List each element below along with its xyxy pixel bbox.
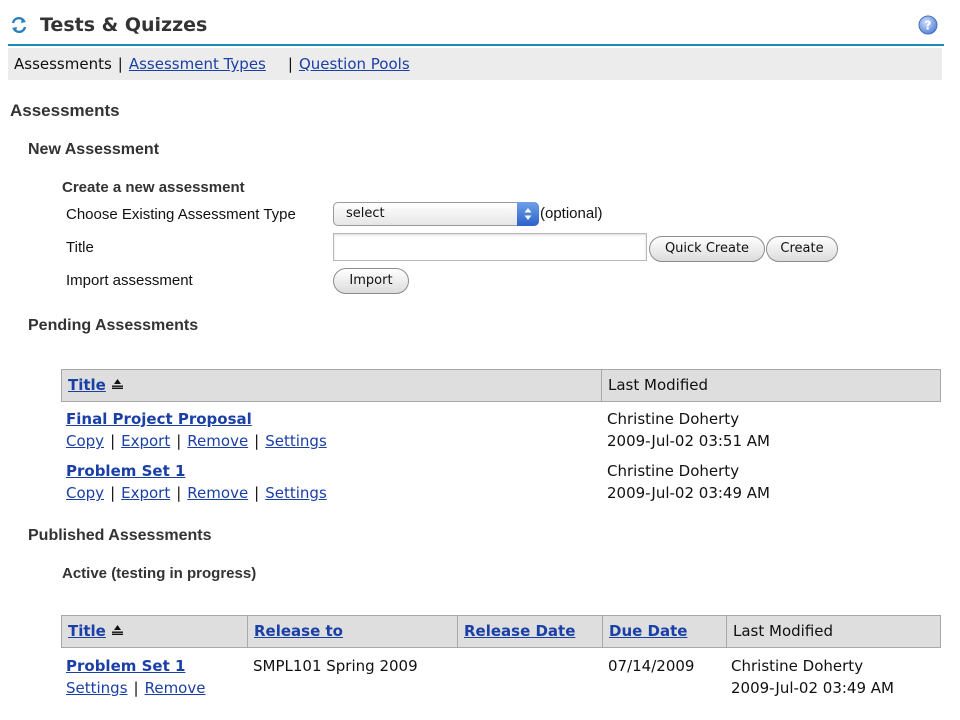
pending-assessments-heading: Pending Assessments (28, 317, 199, 334)
published-row-due-date: 07/14/2009 (608, 657, 695, 675)
pending-row-modified-at: 2009-Jul-02 03:51 AM (607, 432, 770, 450)
new-assessment-heading: New Assessment (28, 141, 160, 158)
settings-link[interactable]: Settings (265, 484, 327, 502)
quick-create-button[interactable]: Quick Create (649, 236, 765, 262)
export-link[interactable]: Export (121, 484, 170, 502)
action-separator: | (110, 432, 116, 450)
sort-release-to-link[interactable]: Release to (254, 622, 343, 640)
nav-current-assessments: Assessments (14, 55, 112, 73)
published-sort-title-link[interactable]: Title (68, 622, 106, 640)
create-assessment-subheading: Create a new assessment (62, 179, 245, 196)
pending-row-actions: Copy | Export | Remove | Settings (66, 484, 327, 502)
pending-row-actions: Copy | Export | Remove | Settings (66, 432, 327, 450)
published-col-release-date: Release Date (458, 616, 603, 647)
sort-ascending-icon[interactable] (111, 625, 123, 635)
help-icon[interactable]: ? (918, 15, 938, 35)
published-table-header: Title Release to Release Date Due Date L… (61, 615, 941, 648)
published-row-release-to: SMPL101 Spring 2009 (253, 657, 418, 675)
published-col-release-to: Release to (248, 616, 458, 647)
copy-link[interactable]: Copy (66, 432, 104, 450)
tool-title: Tests & Quizzes (40, 14, 208, 36)
nav-separator: | (117, 55, 123, 73)
assessment-type-select[interactable]: select (333, 202, 539, 226)
remove-link[interactable]: Remove (187, 484, 248, 502)
import-label: Import assessment (66, 272, 193, 289)
settings-link[interactable]: Settings (265, 432, 327, 450)
sort-ascending-icon[interactable] (111, 379, 123, 389)
page-title: Assessments (10, 101, 120, 120)
action-separator: | (133, 679, 139, 697)
published-col-due-date: Due Date (603, 616, 727, 647)
tool-header: Tests & Quizzes ? (8, 6, 944, 46)
export-link[interactable]: Export (121, 432, 170, 450)
action-separator: | (254, 432, 260, 450)
assessment-type-value: select (346, 206, 385, 221)
published-row-title-link[interactable]: Problem Set 1 (66, 657, 185, 675)
title-input[interactable] (333, 233, 647, 261)
pending-col-title: Title (62, 370, 602, 401)
remove-link[interactable]: Remove (187, 432, 248, 450)
action-separator: | (254, 484, 260, 502)
copy-link[interactable]: Copy (66, 484, 104, 502)
published-row-actions: Settings | Remove (66, 679, 205, 697)
tool-nav: Assessments | Assessment Types | Question Po… (8, 48, 942, 80)
nav-link-question-pools[interactable]: Question Pools (299, 55, 410, 73)
published-row-modified-by: Christine Doherty (731, 657, 864, 675)
pending-row-title-link[interactable]: Problem Set 1 (66, 462, 185, 480)
assessment-type-optional-note: (optional) (540, 205, 603, 222)
published-col-last-modified: Last Modified (733, 622, 834, 640)
sort-release-date-link[interactable]: Release Date (464, 622, 575, 640)
svg-text:?: ? (925, 19, 932, 33)
pending-row-modified-by: Christine Doherty (607, 462, 740, 480)
published-col-title: Title (62, 616, 248, 647)
nav-link-assessment-types[interactable]: Assessment Types (129, 55, 266, 73)
active-assessments-subheading: Active (testing in progress) (62, 565, 257, 582)
import-button[interactable]: Import (333, 268, 409, 294)
pending-row-title-link[interactable]: Final Project Proposal (66, 410, 252, 428)
action-separator: | (110, 484, 116, 502)
pending-sort-title-link[interactable]: Title (68, 376, 106, 394)
assessment-type-label: Choose Existing Assessment Type (66, 206, 296, 223)
action-separator: | (176, 432, 182, 450)
published-row-modified-at: 2009-Jul-02 03:49 AM (731, 679, 894, 697)
select-arrows-icon (517, 202, 539, 226)
published-assessments-heading: Published Assessments (28, 527, 212, 544)
pending-row-modified-at: 2009-Jul-02 03:49 AM (607, 484, 770, 502)
sort-due-date-link[interactable]: Due Date (609, 622, 687, 640)
action-separator: | (176, 484, 182, 502)
nav-separator: | (287, 55, 293, 73)
remove-link[interactable]: Remove (145, 679, 206, 697)
pending-table-header: Title Last Modified (61, 369, 941, 402)
pending-row-modified-by: Christine Doherty (607, 410, 740, 428)
reset-icon[interactable] (10, 16, 28, 34)
settings-link[interactable]: Settings (66, 679, 128, 697)
create-button[interactable]: Create (766, 236, 838, 262)
title-label: Title (66, 239, 94, 256)
pending-col-last-modified: Last Modified (608, 376, 709, 394)
